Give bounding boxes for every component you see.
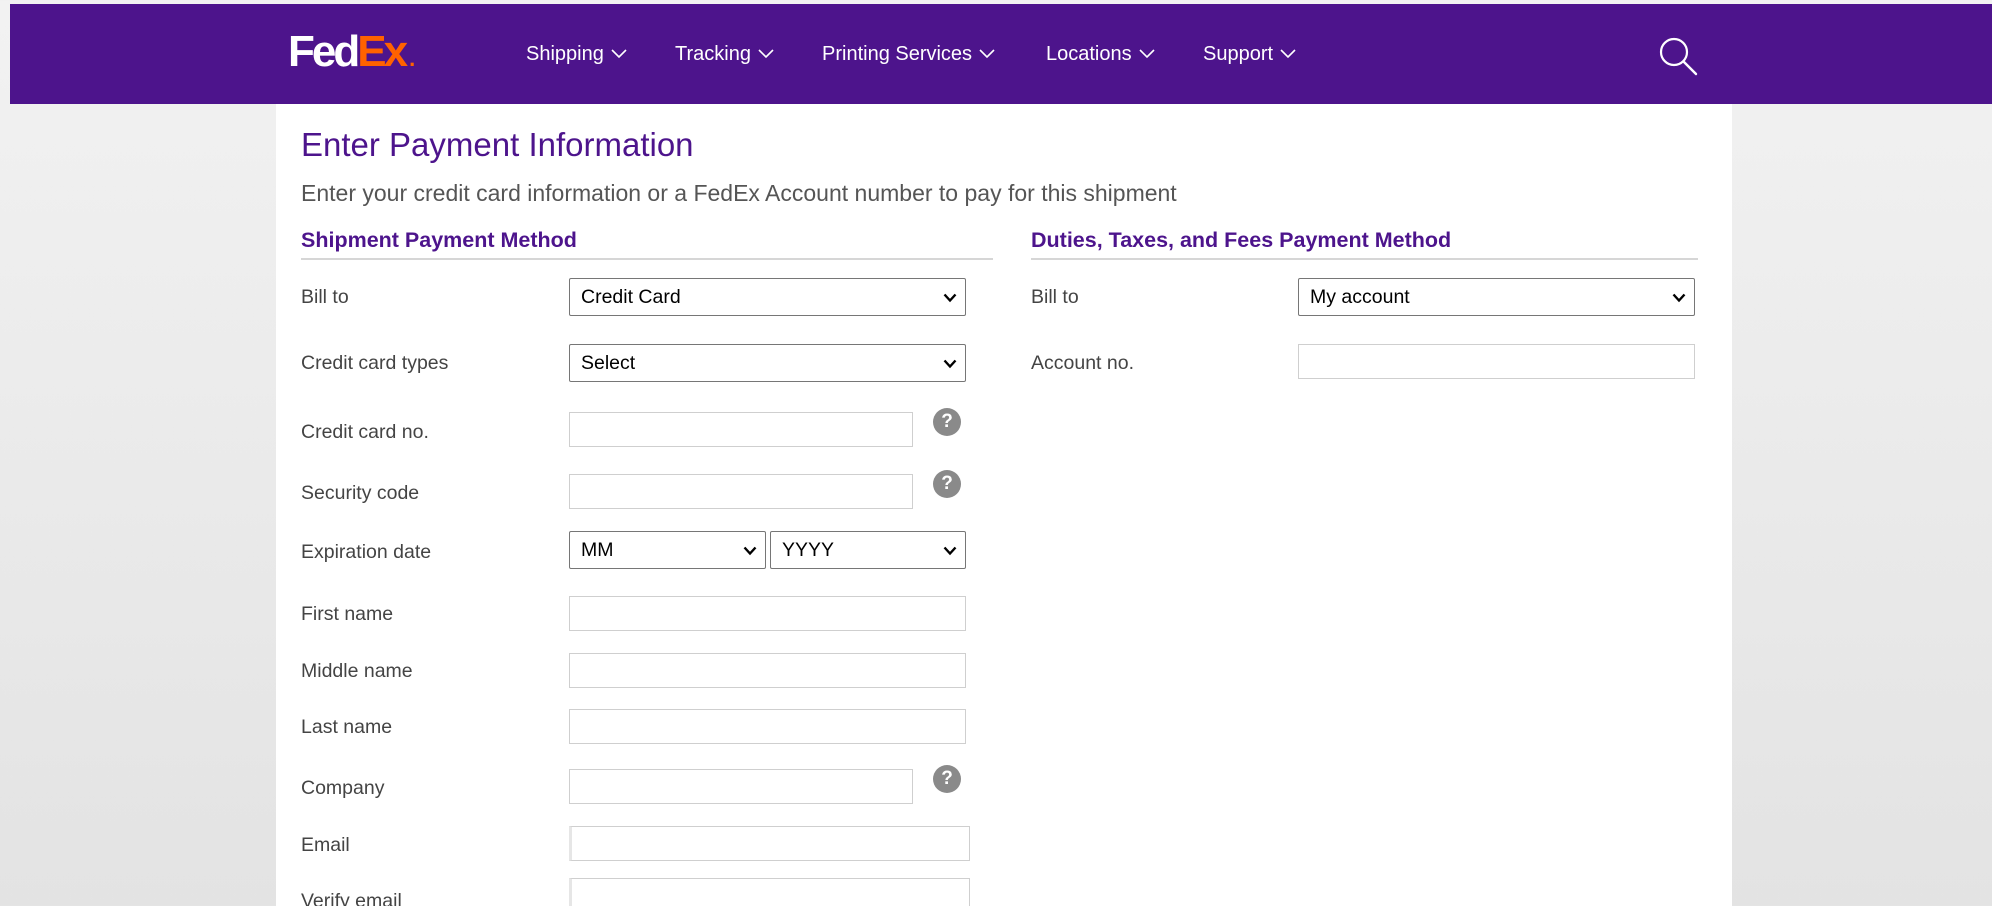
chevron-down-icon [1139,49,1155,59]
security-code-input[interactable] [569,474,913,509]
credit-card-no-input[interactable] [569,412,913,447]
chevron-down-icon [1280,49,1296,59]
credit-card-types-selected-value: Select [581,351,636,374]
chevron-down-icon [743,546,757,556]
last-name-input[interactable] [569,709,966,744]
fedex-logo[interactable]: FedEx. [288,26,415,85]
nav-support[interactable]: Support [1203,4,1296,104]
account-no-input[interactable] [1298,344,1695,379]
chevron-down-icon [943,546,957,556]
page-subtitle: Enter your credit card information or a … [301,180,1177,206]
verify-email-label: Verify email [301,890,402,906]
nav-tracking[interactable]: Tracking [675,4,774,104]
help-icon[interactable]: ? [933,470,961,498]
duties-bill-to-label: Bill to [1031,286,1079,308]
credit-card-no-label: Credit card no. [301,421,429,443]
credit-card-types-select[interactable]: Select [569,344,966,382]
nav-shipping[interactable]: Shipping [526,4,627,104]
nav-support-label: Support [1203,42,1274,65]
chevron-down-icon [1672,293,1686,303]
first-name-input[interactable] [569,596,966,631]
logo-fed-text: Fed [288,27,360,76]
last-name-label: Last name [301,716,393,738]
nav-locations-label: Locations [1046,42,1132,65]
nav-locations[interactable]: Locations [1046,4,1155,104]
nav-tracking-label: Tracking [675,42,751,65]
nav-printing-services-label: Printing Services [822,42,973,65]
chevron-down-icon [611,49,627,59]
expiration-year-value: YYYY [782,538,835,561]
middle-name-label: Middle name [301,660,413,682]
bill-to-select[interactable]: Credit Card [569,278,966,316]
duties-bill-to-selected-value: My account [1310,285,1410,308]
chevron-down-icon [979,49,995,59]
first-name-label: First name [301,603,394,625]
credit-card-types-label: Credit card types [301,352,449,374]
duties-bill-to-select[interactable]: My account [1298,278,1695,316]
expiration-month-value: MM [581,538,614,561]
nav-printing-services[interactable]: Printing Services [822,4,995,104]
email-label: Email [301,834,350,856]
page-title: Enter Payment Information [301,126,694,163]
logo-dot: . [409,46,416,71]
expiration-date-label: Expiration date [301,541,432,563]
account-no-label: Account no. [1031,352,1134,374]
email-input[interactable] [569,826,970,861]
nav-shipping-label: Shipping [526,42,604,65]
expiration-year-select[interactable]: YYYY [770,531,966,569]
help-icon[interactable]: ? [933,408,961,436]
duties-payment-heading: Duties, Taxes, and Fees Payment Method [1031,226,1698,260]
search-icon[interactable] [1656,34,1700,78]
bill-to-selected-value: Credit Card [581,285,681,308]
expiration-month-select[interactable]: MM [569,531,766,569]
logo-ex-text: Ex [357,27,408,76]
chevron-down-icon [758,49,774,59]
company-input[interactable] [569,769,913,804]
verify-email-input[interactable] [569,878,970,906]
top-nav-bar: FedEx. Shipping Tracking Printing Servic… [10,4,1992,104]
chevron-down-icon [943,293,957,303]
company-label: Company [301,777,385,799]
middle-name-input[interactable] [569,653,966,688]
chevron-down-icon [943,359,957,369]
help-icon[interactable]: ? [933,765,961,793]
shipment-payment-heading: Shipment Payment Method [301,226,993,260]
payment-form-panel: Enter Payment Information Enter your cre… [276,104,1732,906]
security-code-label: Security code [301,482,420,504]
bill-to-label: Bill to [301,286,349,308]
